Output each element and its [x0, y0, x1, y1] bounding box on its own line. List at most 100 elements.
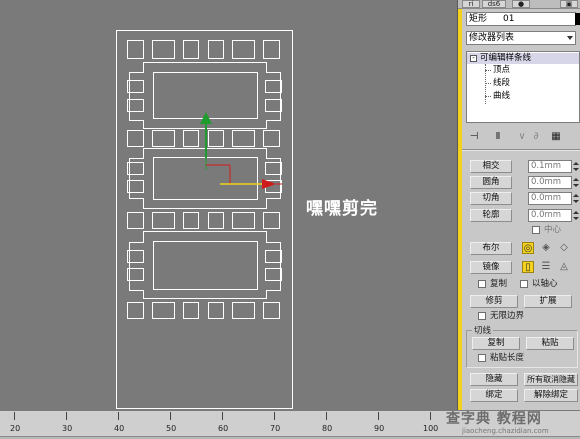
modifier-list-dropdown[interactable]: 修改器列表 [466, 31, 576, 45]
mirror-button[interactable]: 镜像 [470, 261, 512, 274]
block [208, 40, 224, 59]
hide-button[interactable]: 隐藏 [470, 373, 518, 386]
ruler-tick [326, 412, 327, 420]
block [265, 268, 282, 281]
block [263, 40, 280, 59]
annotation-text: 嘿嘿剪完 [306, 199, 378, 219]
chamfer-amount-field[interactable]: 0.0mm [528, 192, 572, 205]
make-unique-icon[interactable]: ∨ [516, 131, 528, 143]
spinner-arrows[interactable] [573, 176, 579, 189]
paste-length-label: 粘贴长度 [490, 353, 525, 363]
tangent-group-title: 切线 [472, 324, 494, 336]
block [232, 130, 255, 147]
ruler-label: 40 [114, 424, 125, 433]
modify-command-panel: 矩形 01 修改器列表 - 可编辑样条线 顶点 线段 曲线 ⊣ Ⅱ ∨ ∂ ▦ … [458, 9, 580, 410]
modifier-stack[interactable]: - 可编辑样条线 顶点 线段 曲线 [466, 51, 580, 123]
object-color-swatch[interactable] [575, 13, 580, 25]
block [152, 212, 175, 229]
infinite-bounds-checkbox[interactable] [478, 312, 486, 320]
pin-stack-icon[interactable]: ⊣ [468, 131, 480, 143]
outline-button[interactable]: 轮廓 [470, 209, 512, 222]
mirror-both-icon[interactable]: ◬ [558, 261, 570, 273]
ruler-tick [170, 412, 171, 420]
ruler-tick [14, 412, 15, 420]
fillet-amount-field[interactable]: 0.0mm [528, 176, 572, 189]
watermark-main: 查字典 教程网 [446, 411, 542, 427]
block [265, 99, 282, 112]
object-name-field[interactable]: 矩形 01 [466, 12, 576, 26]
show-end-result-icon[interactable]: Ⅱ [492, 131, 504, 143]
remove-modifier-icon[interactable]: ∂ [530, 131, 542, 143]
unbind-button[interactable]: 解除绑定 [524, 389, 578, 402]
ruler-label: 90 [374, 424, 385, 433]
object-type-label: 矩形 [469, 14, 488, 24]
center-checkbox[interactable] [532, 226, 540, 234]
about-pivot-checkbox[interactable] [520, 280, 528, 288]
copy-checkbox[interactable] [478, 280, 486, 288]
block [127, 130, 144, 147]
boolean-subtract-icon[interactable]: ◈ [540, 242, 552, 254]
stack-item-spline[interactable]: 曲线 [493, 91, 510, 102]
boolean-button[interactable]: 布尔 [470, 242, 512, 255]
mirror-horizontal-icon[interactable]: ▯ [522, 261, 534, 273]
front-viewport[interactable]: 嘿嘿剪完 [0, 0, 458, 410]
toolbar-button[interactable]: ▣ [560, 0, 578, 8]
ruler-label: 20 [10, 424, 21, 433]
ruler-tick [66, 412, 67, 420]
intersect-button[interactable]: 相交 [470, 160, 512, 173]
block [232, 212, 255, 229]
collapse-icon[interactable]: - [470, 55, 477, 62]
chamfer-button[interactable]: 切角 [470, 192, 512, 205]
extend-button[interactable]: 扩展 [524, 295, 572, 308]
block [208, 212, 224, 229]
toolbar-button[interactable]: ● [512, 0, 530, 8]
spinner-arrows[interactable] [573, 209, 579, 222]
outer-rectangle [116, 30, 293, 409]
toolbar-button[interactable]: ds6 [482, 0, 506, 8]
modifier-list-label: 修改器列表 [469, 33, 515, 43]
block [263, 212, 280, 229]
ruler-tick [430, 412, 431, 420]
block [208, 302, 224, 319]
unhide-all-button[interactable]: 所有取消隐藏 [524, 373, 578, 386]
about-pivot-label: 以轴心 [532, 279, 558, 289]
ruler-tick [378, 412, 379, 420]
spinner-arrows[interactable] [573, 160, 579, 173]
stack-item-vertex[interactable]: 顶点 [493, 65, 510, 76]
boolean-intersect-icon[interactable]: ◇ [558, 242, 570, 254]
block [263, 302, 280, 319]
ruler-tick [274, 412, 275, 420]
block [183, 302, 199, 319]
ruler-tick [222, 412, 223, 420]
toolbar-button[interactable]: ri [462, 0, 480, 8]
boolean-union-icon[interactable]: ◎ [522, 242, 534, 254]
block [183, 212, 199, 229]
trim-button[interactable]: 修剪 [470, 295, 518, 308]
block [263, 130, 280, 147]
block [232, 40, 255, 59]
stack-item-label: 可编辑样条线 [480, 53, 532, 63]
object-name-value: 01 [503, 14, 515, 24]
tree-tick [485, 83, 491, 84]
paste-length-checkbox[interactable] [478, 354, 486, 362]
tangent-paste-button[interactable]: 粘贴 [526, 337, 574, 350]
fillet-button[interactable]: 圆角 [470, 176, 512, 189]
spinner-arrows[interactable] [573, 192, 579, 205]
intersect-threshold-field[interactable]: 0.1mm [528, 160, 572, 173]
viewport-canvas[interactable] [0, 0, 458, 410]
ruler-label: 60 [218, 424, 229, 433]
window-frame-shape [116, 30, 293, 409]
stack-item-segment[interactable]: 线段 [493, 78, 510, 89]
panel-active-edge [458, 9, 462, 410]
move-gizmo[interactable] [200, 112, 282, 189]
block [152, 40, 175, 59]
site-watermark: 查字典 教程网 jiaocheng.chazidian.com [440, 408, 580, 439]
stack-item-editable-spline[interactable]: - 可编辑样条线 [467, 53, 579, 64]
tangent-copy-button[interactable]: 复制 [472, 337, 520, 350]
configure-sets-icon[interactable]: ▦ [550, 131, 562, 143]
outline-amount-field[interactable]: 0.0mm [528, 209, 572, 222]
mirror-vertical-icon[interactable]: ☰ [540, 261, 552, 273]
bind-button[interactable]: 绑定 [470, 389, 518, 402]
block [127, 40, 144, 59]
block [183, 130, 199, 147]
